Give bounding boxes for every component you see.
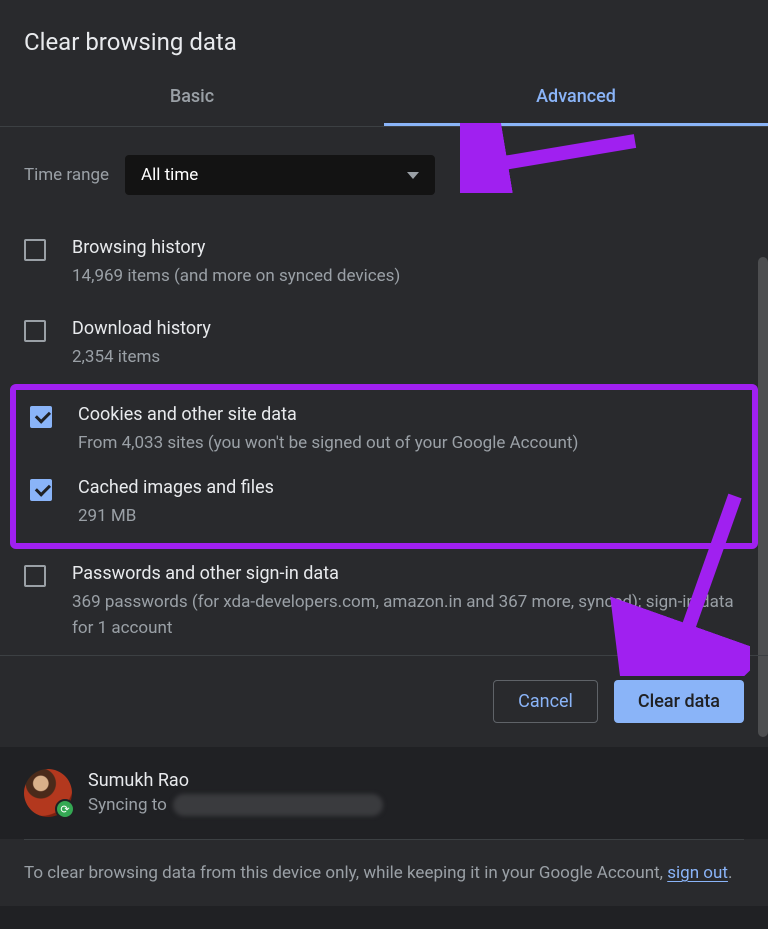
list-item: Browsing history 14,969 items (and more … (0, 223, 768, 304)
list-item: Download history 2,354 items (0, 304, 768, 385)
syncing-email-redacted (173, 794, 383, 816)
item-subtitle: 2,354 items (72, 345, 211, 371)
dialog-header: Clear browsing data (0, 0, 768, 72)
checkbox-cached[interactable] (30, 479, 52, 501)
checkbox-browsing-history[interactable] (24, 239, 46, 261)
time-range-label: Time range (24, 165, 109, 185)
annotation-highlight-box: Cookies and other site data From 4,033 s… (10, 384, 758, 549)
list-item: Cookies and other site data From 4,033 s… (16, 394, 752, 467)
tab-advanced[interactable]: Advanced (384, 72, 768, 126)
item-title: Passwords and other sign-in data (72, 563, 744, 584)
item-title: Cookies and other site data (78, 404, 578, 425)
item-title: Download history (72, 318, 211, 339)
item-title: Cached images and files (78, 477, 274, 498)
info-text-before: To clear browsing data from this device … (24, 863, 667, 883)
cancel-button[interactable]: Cancel (493, 680, 598, 723)
sync-icon: ⟳ (55, 799, 75, 819)
item-subtitle: 14,969 items (and more on synced devices… (72, 264, 400, 290)
list-item: Cached images and files 291 MB (16, 467, 752, 540)
content-area: Time range All time Browsing history 14,… (0, 127, 768, 655)
time-range-value: All time (141, 165, 198, 185)
sign-out-link[interactable]: sign out (667, 863, 728, 883)
item-subtitle: 291 MB (78, 504, 274, 530)
item-subtitle: 369 passwords (for xda-developers.com, a… (72, 590, 744, 641)
clear-data-button[interactable]: Clear data (614, 680, 744, 723)
time-range-select[interactable]: All time (125, 155, 435, 195)
dialog-footer: Cancel Clear data (0, 655, 768, 747)
clear-browsing-dialog: Clear browsing data Basic Advanced Time … (0, 0, 768, 906)
tab-basic[interactable]: Basic (0, 72, 384, 126)
account-section: ⟳ Sumukh Rao Syncing to (0, 747, 768, 839)
item-title: Browsing history (72, 237, 400, 258)
dialog-title: Clear browsing data (24, 28, 744, 56)
tab-bar: Basic Advanced (0, 72, 768, 127)
checkbox-passwords[interactable] (24, 565, 46, 587)
chevron-down-icon (407, 172, 419, 179)
checkbox-download-history[interactable] (24, 320, 46, 342)
avatar-wrap: ⟳ (24, 769, 72, 817)
checkbox-cookies[interactable] (30, 406, 52, 428)
list-item: Passwords and other sign-in data 369 pas… (0, 549, 768, 655)
info-text-after: . (728, 863, 732, 883)
account-name: Sumukh Rao (88, 770, 383, 791)
item-subtitle: From 4,033 sites (you won't be signed ou… (78, 431, 578, 457)
data-list: Browsing history 14,969 items (and more … (0, 223, 768, 655)
syncing-label: Syncing to (88, 795, 167, 815)
time-range-row: Time range All time (0, 143, 768, 223)
info-text: To clear browsing data from this device … (0, 840, 768, 906)
